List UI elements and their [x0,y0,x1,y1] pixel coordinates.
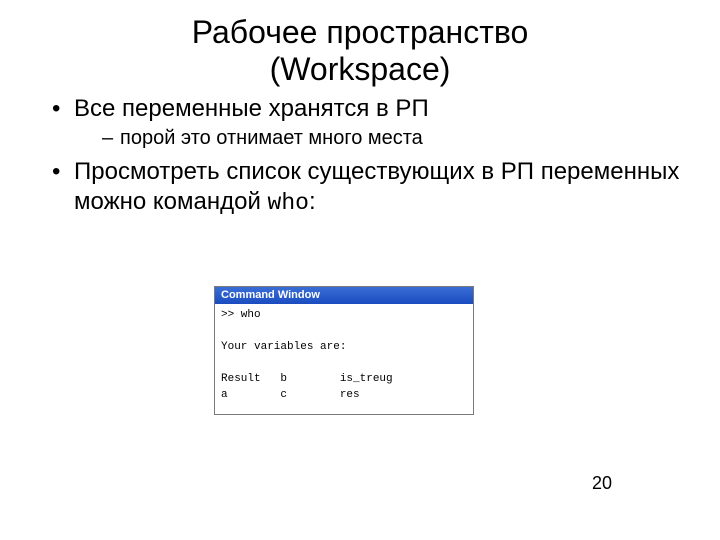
title-line-2: (Workspace) [270,51,451,87]
inline-code: who [268,190,309,216]
sub-bullet-item: порой это отнимает много места [102,126,692,151]
slide-body: Все переменные хранятся в РП порой это о… [0,88,720,218]
bullet-item: Просмотреть список существующих в РП пер… [52,157,692,218]
sub-bullet-list: порой это отнимает много места [74,126,692,151]
slide-title: Рабочее пространство (Workspace) [0,0,720,88]
command-window-title: Command Window [215,287,473,304]
bullet-item: Все переменные хранятся в РП порой это о… [52,94,692,151]
bullet-text: Все переменные хранятся в РП [74,95,429,122]
sub-bullet-text: порой это отнимает много места [120,127,423,149]
bullet-text-post: : [309,188,316,215]
page-number: 20 [592,473,612,494]
title-line-1: Рабочее пространство [192,14,529,50]
bullet-list: Все переменные хранятся в РП порой это о… [52,94,692,218]
command-window-content: >> who Your variables are: Result b is_t… [215,304,473,414]
bullet-text-pre: Просмотреть список существующих в РП пер… [74,158,679,215]
command-window: Command Window >> who Your variables are… [214,286,474,415]
slide: Рабочее пространство (Workspace) Все пер… [0,0,720,540]
